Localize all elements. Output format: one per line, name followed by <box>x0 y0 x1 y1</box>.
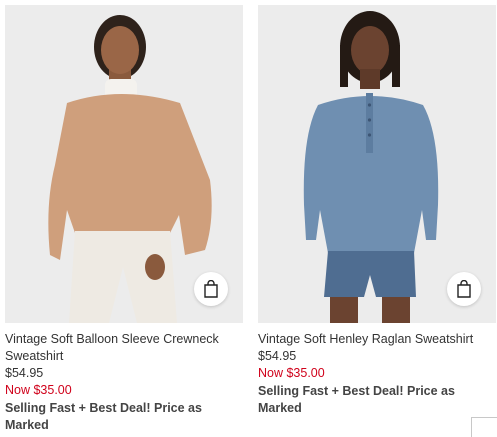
product-card: Vintage Soft Balloon Sleeve Crewneck Swe… <box>5 5 243 434</box>
quick-add-button[interactable] <box>194 272 228 306</box>
shopping-bag-icon <box>457 280 471 298</box>
product-grid: Vintage Soft Balloon Sleeve Crewneck Swe… <box>0 0 497 437</box>
sale-price: Now $35.00 <box>258 366 325 380</box>
partial-next-item <box>471 417 497 437</box>
product-info: Vintage Soft Balloon Sleeve Crewneck Swe… <box>5 323 243 434</box>
promo-badge: Selling Fast + Best Deal! Price as Marke… <box>258 384 455 415</box>
quick-add-button[interactable] <box>447 272 481 306</box>
product-info: Vintage Soft Henley Raglan Sweatshirt $5… <box>258 323 496 417</box>
shopping-bag-icon <box>204 280 218 298</box>
regular-price: $54.95 <box>5 366 44 380</box>
product-name-link[interactable]: Vintage Soft Balloon Sleeve Crewneck Swe… <box>5 331 243 365</box>
product-card: Vintage Soft Henley Raglan Sweatshirt $5… <box>258 5 496 417</box>
sale-price: Now $35.00 <box>5 383 72 397</box>
regular-price: $54.95 <box>258 349 297 363</box>
product-image[interactable] <box>258 5 496 323</box>
product-image[interactable] <box>5 5 243 323</box>
product-name-link[interactable]: Vintage Soft Henley Raglan Sweatshirt <box>258 331 496 348</box>
promo-badge: Selling Fast + Best Deal! Price as Marke… <box>5 401 202 432</box>
